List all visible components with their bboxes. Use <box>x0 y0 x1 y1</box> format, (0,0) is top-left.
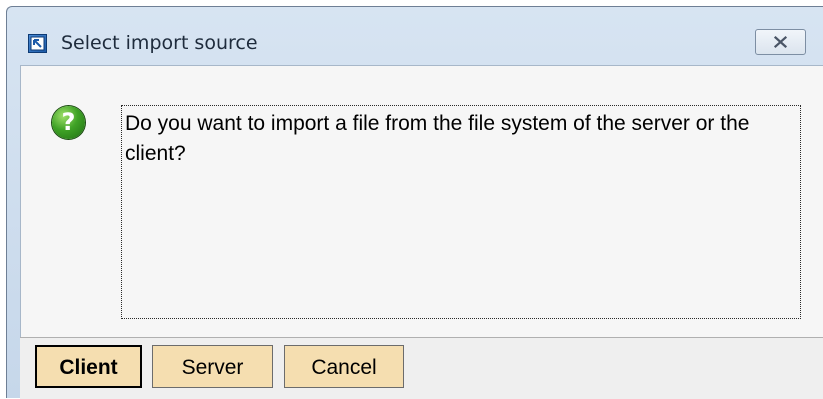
question-icon: ? <box>52 106 85 139</box>
message-text: Do you want to import a file from the fi… <box>121 105 801 319</box>
close-x-icon <box>756 30 805 54</box>
button-bar: Client Server Cancel <box>20 337 823 399</box>
title-bar[interactable]: Select import source <box>7 7 823 65</box>
dialog-window: Select import source ? Do you want to im… <box>6 6 823 399</box>
dialog-content: ? Do you want to import a file from the … <box>20 65 823 337</box>
server-button[interactable]: Server <box>152 345 273 388</box>
cancel-button[interactable]: Cancel <box>284 345 404 388</box>
client-button[interactable]: Client <box>35 345 142 388</box>
window-title: Select import source <box>61 32 258 54</box>
app-window-icon <box>28 34 47 53</box>
close-button[interactable] <box>755 29 806 55</box>
